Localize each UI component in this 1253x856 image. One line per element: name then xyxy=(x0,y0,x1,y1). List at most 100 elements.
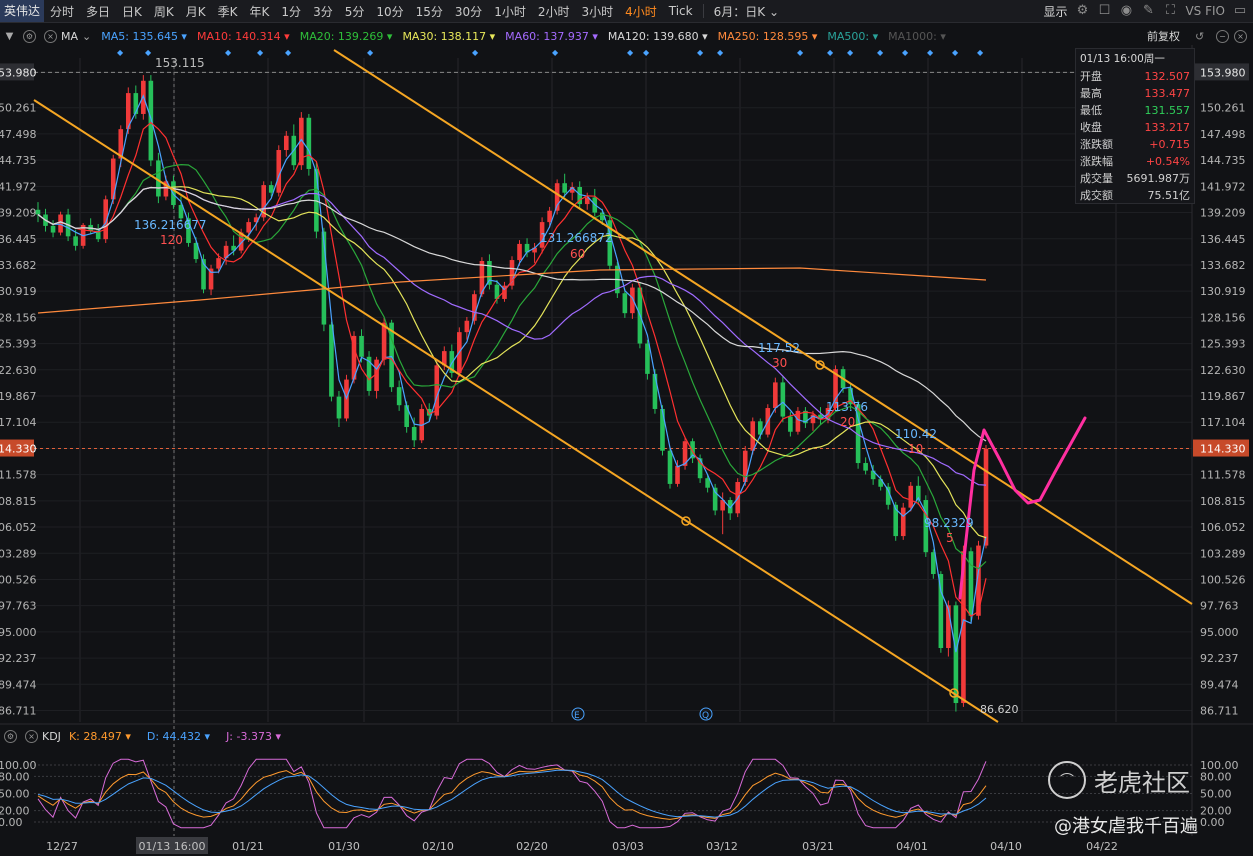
x-tick-label: 03/03 xyxy=(612,840,644,853)
info-value: 75.51亿 xyxy=(1147,189,1191,202)
info-key: 最高 xyxy=(1080,87,1102,100)
y-tick-label: 147.498 xyxy=(1200,128,1246,141)
y-tick-label: 92.237 xyxy=(1200,652,1239,665)
candle-body xyxy=(788,416,793,432)
candle-body xyxy=(148,80,154,161)
y-tick-label-left: 17.104 xyxy=(0,416,37,429)
x-tick-label: 03/21 xyxy=(802,840,834,853)
y-tick-label: 103.289 xyxy=(1200,547,1246,560)
x-tick-label: 02/10 xyxy=(422,840,454,853)
candle-body xyxy=(359,335,364,357)
candle-body xyxy=(306,117,312,169)
y-tick-label: 130.919 xyxy=(1200,285,1246,298)
candle-body xyxy=(404,405,409,427)
info-value: 133.217 xyxy=(1144,121,1191,134)
y-tick-label-left: 47.498 xyxy=(0,128,37,141)
kdj-tick-label: 0.00 xyxy=(1200,816,1225,829)
axis-current-text: 114.330 xyxy=(1200,443,1246,456)
price-annotation: 153.115 xyxy=(155,56,205,70)
candle-body xyxy=(216,258,221,269)
y-tick-label-left: 03.289 xyxy=(0,547,37,560)
event-q-label: Q xyxy=(702,711,709,721)
candle-body xyxy=(983,448,989,546)
candle-body xyxy=(652,373,658,409)
x-tick-label: 03/12 xyxy=(706,840,738,853)
x-tick-label: 12/27 xyxy=(46,840,78,853)
candle-body xyxy=(667,450,673,484)
candle-body xyxy=(268,185,274,193)
info-row: 涨跌额 +0.715 xyxy=(1076,136,1194,153)
x-tick-label: 01/21 xyxy=(232,840,264,853)
y-tick-label: 100.526 xyxy=(1200,573,1246,586)
y-tick-label-left: 25.393 xyxy=(0,338,37,351)
y-tick-label: 122.630 xyxy=(1200,364,1246,377)
info-row: 收盘 133.217 xyxy=(1076,119,1194,136)
price-annotation: 113.76 xyxy=(826,400,868,414)
kdj-item-1[interactable]: D: 44.432 ▾ xyxy=(147,730,210,743)
kdj-settings-icon[interactable]: ⚙ xyxy=(4,729,17,743)
candle-body xyxy=(381,322,387,360)
candle-body xyxy=(900,507,906,537)
candle-body xyxy=(517,243,522,261)
event-dot-marker: ◆ xyxy=(643,48,650,57)
kdj-tick-label-left: 50.00 xyxy=(0,788,30,801)
info-value: +0.715 xyxy=(1149,138,1190,151)
info-value: 131.557 xyxy=(1144,104,1191,117)
info-key: 开盘 xyxy=(1080,70,1102,83)
kdj-tick-label-left: 80.00 xyxy=(0,770,30,783)
y-tick-label-left: 41.972 xyxy=(0,180,37,193)
info-key: 成交额 xyxy=(1080,189,1113,202)
info-date: 01/13 16:00周一 xyxy=(1080,53,1165,65)
kdj-item-0[interactable]: K: 28.497 ▾ xyxy=(69,730,131,743)
event-dot-marker: ◆ xyxy=(257,48,264,57)
candle-body xyxy=(675,465,680,484)
event-dot-marker: ◆ xyxy=(902,48,909,57)
y-tick-label: 106.052 xyxy=(1200,521,1246,534)
x-tick-label: 01/13 16:00 xyxy=(139,840,206,853)
price-annotation: 120 xyxy=(160,233,183,247)
y-tick-label-left: 95.000 xyxy=(0,626,37,639)
axis-high-text-left: 53.980 xyxy=(0,66,37,79)
y-tick-label: 136.445 xyxy=(1200,233,1246,246)
y-tick-label-left: 50.261 xyxy=(0,102,37,115)
y-tick-label-left: 22.630 xyxy=(0,364,37,377)
candle-body xyxy=(396,387,402,406)
price-annotation: 117.52 xyxy=(758,341,800,355)
candle-body xyxy=(908,485,914,508)
event-dot-marker: ◆ xyxy=(877,48,884,57)
y-tick-label-left: 06.052 xyxy=(0,521,37,534)
info-key: 成交量 xyxy=(1080,172,1113,185)
info-row: 开盘 132.507 xyxy=(1076,68,1194,85)
kdj-values: K: 28.497 ▾ D: 44.432 ▾ J: -3.373 ▾ xyxy=(69,730,297,743)
kdj-close-icon[interactable]: × xyxy=(25,729,38,743)
candle-body xyxy=(246,222,251,233)
event-e-label: E xyxy=(574,711,580,721)
y-tick-label: 144.735 xyxy=(1200,154,1246,167)
info-value: 133.477 xyxy=(1144,87,1191,100)
price-annotation: 5 xyxy=(946,531,954,545)
y-tick-label-left: 36.445 xyxy=(0,233,37,246)
y-tick-label: 141.972 xyxy=(1200,180,1246,193)
info-key: 涨跌额 xyxy=(1080,138,1113,151)
y-tick-label: 111.578 xyxy=(1200,469,1246,482)
price-annotation: 20 xyxy=(840,415,855,429)
y-tick-label: 125.393 xyxy=(1200,338,1246,351)
candle-body xyxy=(35,209,41,215)
event-dot-marker: ◆ xyxy=(797,48,804,57)
price-annotation: 60 xyxy=(570,247,585,261)
y-tick-label-left: 11.578 xyxy=(0,469,37,482)
info-value: 132.507 xyxy=(1144,70,1191,83)
candle-body xyxy=(58,214,63,233)
y-tick-label-left: 86.711 xyxy=(0,705,37,718)
y-tick-label: 119.867 xyxy=(1200,390,1246,403)
y-tick-label: 133.682 xyxy=(1200,259,1246,272)
candle-body xyxy=(660,408,665,451)
candle-body xyxy=(487,260,492,285)
y-tick-label: 117.104 xyxy=(1200,416,1246,429)
ma250-line xyxy=(37,267,987,314)
kdj-item-2[interactable]: J: -3.373 ▾ xyxy=(226,730,281,743)
info-value: 5691.987万 xyxy=(1126,172,1191,185)
event-dot-marker: ◆ xyxy=(847,48,854,57)
info-row: 最高 133.477 xyxy=(1076,85,1194,102)
kdj-label[interactable]: KDJ xyxy=(42,730,61,743)
